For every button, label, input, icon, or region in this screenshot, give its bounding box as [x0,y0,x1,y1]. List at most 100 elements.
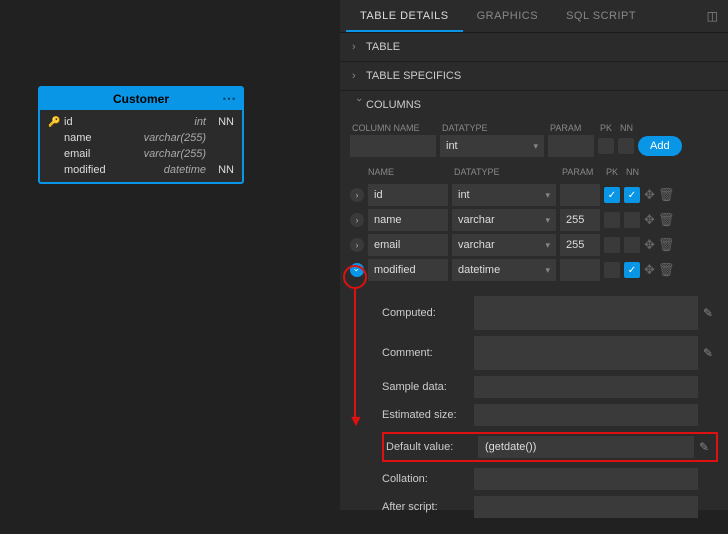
move-icon[interactable]: ✥ [644,187,655,203]
col-type: varchar(255) [126,132,206,144]
delete-icon[interactable]: 🗑 [658,187,675,203]
chevron-down-icon: › [353,98,365,112]
panel-layout-icon[interactable]: ◫ [703,9,722,23]
move-icon[interactable]: ✥ [644,212,655,228]
tabs: TABLE DETAILS GRAPHICS SQL SCRIPT ◫ [340,0,728,33]
detail-after: After script: [382,496,718,518]
col-name-input[interactable] [368,234,448,256]
col-nn: NN [206,116,234,128]
expand-toggle[interactable]: › [350,213,364,227]
expand-toggle[interactable]: › [350,188,364,202]
chevron-right-icon: › [352,70,366,82]
col-datatype-select[interactable]: varchar▾ [452,234,556,256]
hdr-nn: NN [620,123,636,133]
new-col-pk-checkbox[interactable] [598,138,614,154]
col-pk-checkbox[interactable] [604,212,620,228]
col-param-input[interactable] [560,184,600,206]
entity-menu-icon[interactable]: ⋯ [222,90,236,107]
col-nn-checkbox[interactable] [624,237,640,253]
new-col-param-input[interactable] [548,135,594,157]
detail-sample: Sample data: [382,376,718,398]
new-column-row: int▾ Add [350,135,718,157]
details-panel: TABLE DETAILS GRAPHICS SQL SCRIPT ◫ › TA… [340,0,728,510]
default-value-input[interactable]: (getdate()) [478,436,694,458]
hdr-pk: PK [600,123,616,133]
entity-customer[interactable]: Customer ⋯ 🔑 id int NN name varchar(255)… [38,86,244,184]
column-list: NAME DATATYPE PARAM PK NN › int▾ ✥🗑 › [350,167,718,518]
col-pk-checkbox[interactable] [604,237,620,253]
hdr-datatype: DATATYPE [442,123,546,133]
section-body-columns: COLUMN NAME DATATYPE PARAM PK NN int▾ Ad… [340,119,728,534]
new-col-name-input[interactable] [350,135,436,157]
entity-header[interactable]: Customer ⋯ [40,88,242,110]
section-title: TABLE SPECIFICS [366,70,461,82]
estsize-input[interactable] [474,404,698,426]
col-pk-checkbox[interactable] [604,187,620,203]
expand-toggle[interactable]: › [350,238,364,252]
entity-row: email varchar(255) [40,146,242,162]
edit-icon[interactable]: ✎ [698,346,718,360]
delete-icon[interactable]: 🗑 [658,262,675,278]
col-param-input[interactable] [560,234,600,256]
hdr-pk: PK [606,167,622,177]
add-button[interactable]: Add [638,136,682,156]
section-header-columns[interactable]: › COLUMNS [340,91,728,119]
entity-title: Customer [113,92,169,106]
caret-down-icon: ▾ [545,240,550,251]
col-datatype-select[interactable]: int▾ [452,184,556,206]
expand-toggle[interactable]: › [350,263,364,277]
col-name-input[interactable] [368,259,448,281]
column-details-modified: Computed: ✎ Comment: ✎ Sample data: [350,284,718,518]
col-param-input[interactable] [560,209,600,231]
delete-icon[interactable]: 🗑 [658,212,675,228]
tab-graphics[interactable]: GRAPHICS [463,0,552,32]
canvas[interactable]: Customer ⋯ 🔑 id int NN name varchar(255)… [0,0,340,510]
col-type: datetime [126,164,206,176]
move-icon[interactable]: ✥ [644,262,655,278]
col-datatype-select[interactable]: varchar▾ [452,209,556,231]
col-param-input[interactable] [560,259,600,281]
col-nn-checkbox[interactable] [624,262,640,278]
caret-down-icon: ▾ [545,190,550,201]
sample-input[interactable] [474,376,698,398]
tab-sql-script[interactable]: SQL SCRIPT [552,0,650,32]
detail-default-value: Default value: (getdate()) ✎ [382,432,718,462]
section-header-specifics[interactable]: › TABLE SPECIFICS [340,62,728,90]
comment-input[interactable] [474,336,698,370]
col-name: id [64,116,126,128]
col-type: varchar(255) [126,148,206,160]
column-row-name: › varchar▾ ✥🗑 [350,209,718,231]
new-col-nn-checkbox[interactable] [618,138,634,154]
col-nn-checkbox[interactable] [624,187,640,203]
hdr-name: NAME [368,167,450,177]
edit-icon[interactable]: ✎ [698,306,718,320]
col-name: email [64,148,126,160]
col-name-input[interactable] [368,184,448,206]
col-type: int [126,116,206,128]
edit-icon[interactable]: ✎ [694,440,714,454]
collation-input[interactable] [474,468,698,490]
col-datatype-select[interactable]: datetime▾ [452,259,556,281]
entity-row: name varchar(255) [40,130,242,146]
hdr-param: PARAM [550,123,596,133]
section-title: TABLE [366,41,400,53]
section-header-table[interactable]: › TABLE [340,33,728,61]
move-icon[interactable]: ✥ [644,237,655,253]
detail-computed: Computed: ✎ [382,296,718,330]
after-script-input[interactable] [474,496,698,518]
computed-input[interactable] [474,296,698,330]
caret-down-icon: ▾ [545,215,550,226]
caret-down-icon: ▾ [545,265,550,276]
caret-down-icon: ▾ [533,141,538,152]
col-pk-checkbox[interactable] [604,262,620,278]
new-col-datatype-select[interactable]: int▾ [440,135,544,157]
col-nn: NN [206,164,234,176]
col-name-input[interactable] [368,209,448,231]
detail-estsize: Estimated size: [382,404,718,426]
hdr-name: COLUMN NAME [352,123,438,133]
col-nn-checkbox[interactable] [624,212,640,228]
tab-table-details[interactable]: TABLE DETAILS [346,0,463,32]
col-name: name [64,132,126,144]
delete-icon[interactable]: 🗑 [658,237,675,253]
chevron-right-icon: › [352,41,366,53]
